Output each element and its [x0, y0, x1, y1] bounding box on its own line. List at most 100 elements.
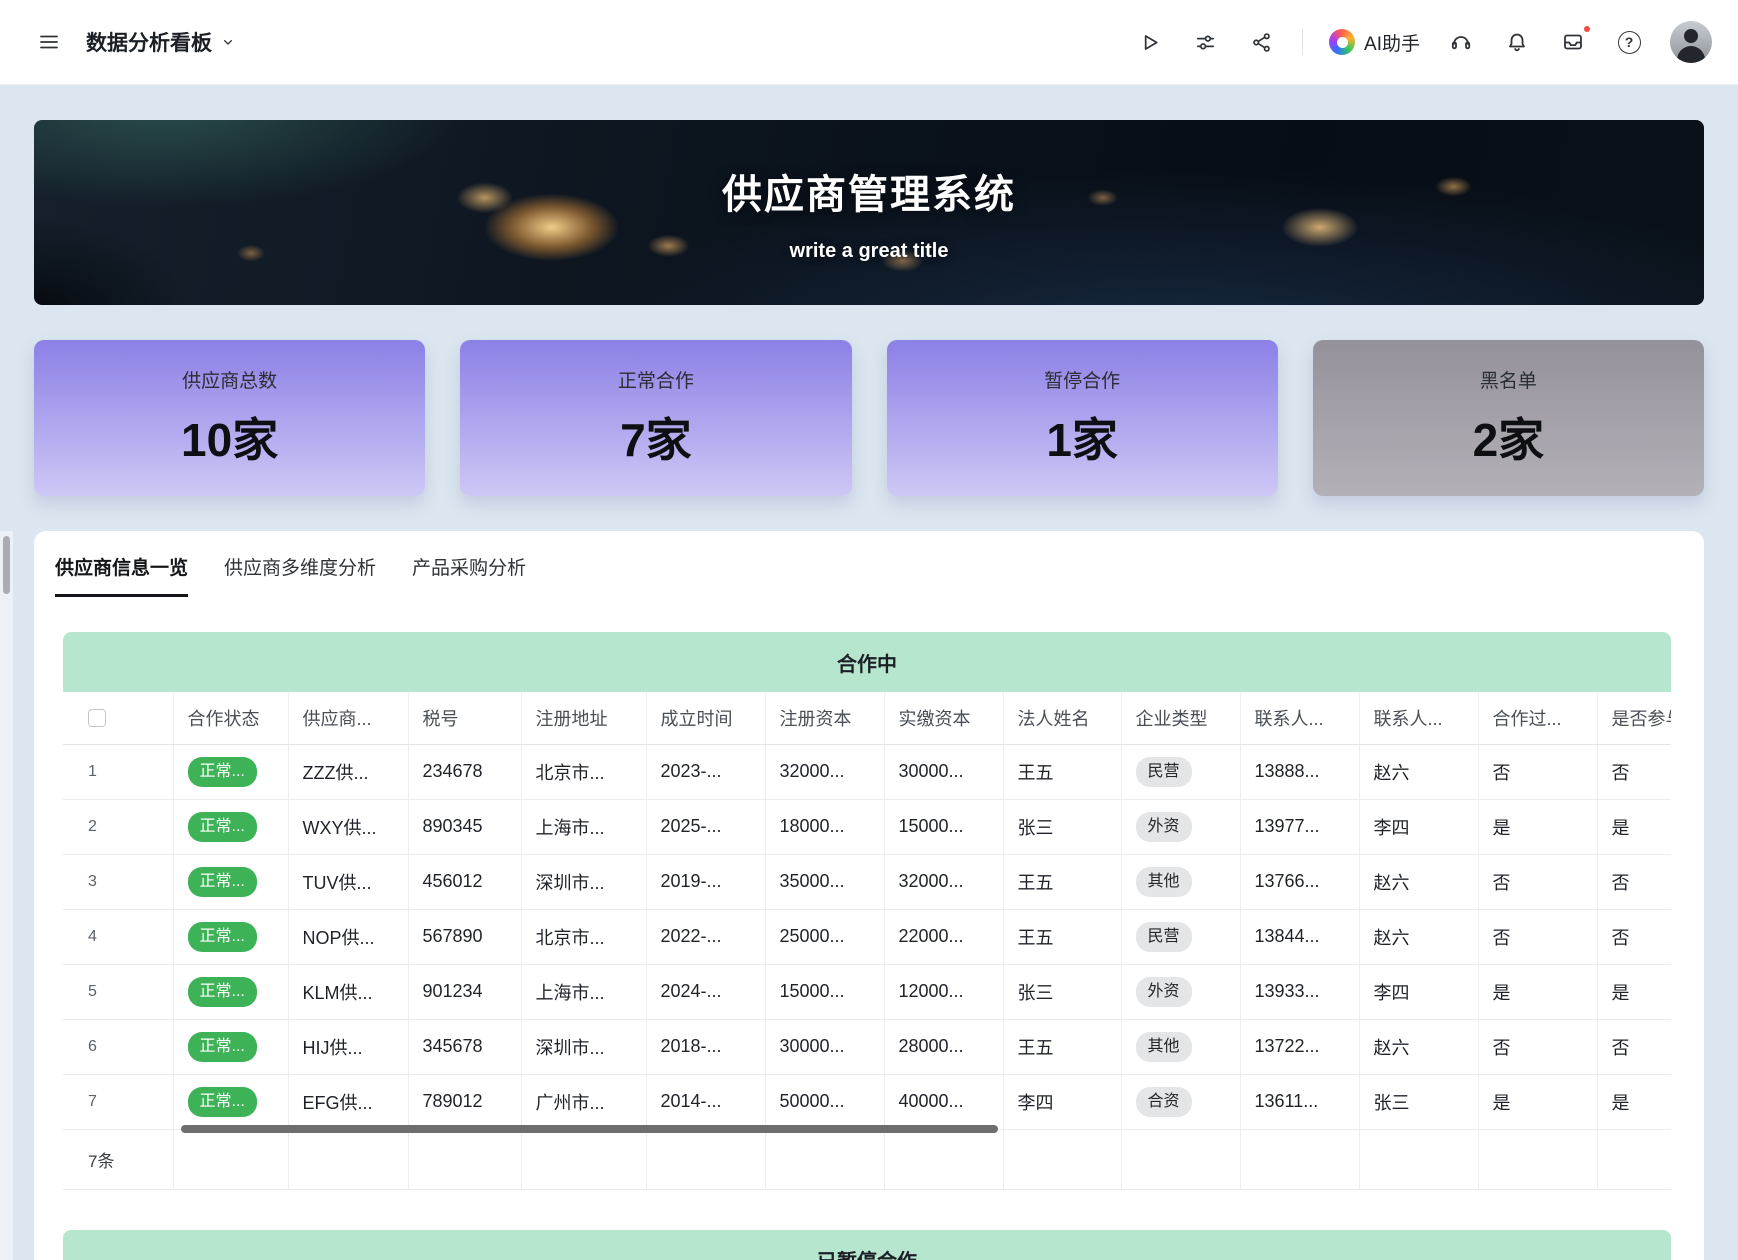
table-cell: 赵六	[1359, 854, 1478, 909]
table-cell: 13722...	[1240, 1019, 1359, 1074]
select-all-checkbox[interactable]	[88, 709, 106, 727]
notification-dot	[1582, 24, 1592, 34]
table-cell: ZZZ供...	[288, 744, 408, 799]
table-cell: 2024-...	[646, 964, 765, 1019]
table-cell: 否	[1597, 854, 1671, 909]
footer-cell	[884, 1129, 1003, 1189]
table-cell: 上海市...	[521, 964, 646, 1019]
company-type-badge: 外资	[1136, 977, 1192, 1007]
table-row[interactable]: 5正常...KLM供...901234上海市...2024-...15000..…	[63, 964, 1671, 1019]
table-row[interactable]: 3正常...TUV供...456012深圳市...2019-...35000..…	[63, 854, 1671, 909]
tab-procurement-analysis[interactable]: 产品采购分析	[412, 553, 526, 597]
stat-value: 7家	[620, 404, 692, 470]
avatar[interactable]	[1670, 21, 1712, 63]
column-header[interactable]: 供应商...	[288, 692, 408, 744]
table-cell: 13766...	[1240, 854, 1359, 909]
column-header[interactable]: 联系人...	[1359, 692, 1478, 744]
table-cell: 否	[1478, 744, 1597, 799]
status-badge: 正常...	[188, 757, 257, 787]
table-cell: 30000...	[884, 744, 1003, 799]
ai-logo-icon	[1329, 29, 1355, 55]
column-header[interactable]: 成立时间	[646, 692, 765, 744]
table-cell: 13977...	[1240, 799, 1359, 854]
footer-cell	[521, 1129, 646, 1189]
table-cell: 否	[1597, 909, 1671, 964]
table-cell: 否	[1597, 744, 1671, 799]
stat-card-blacklist[interactable]: 黑名单 2家	[1313, 340, 1704, 496]
table-cell: 234678	[408, 744, 521, 799]
table-cell: 张三	[1003, 799, 1121, 854]
table-cell: 上海市...	[521, 799, 646, 854]
footer-cell	[173, 1129, 288, 1189]
table-cell: 2014-...	[646, 1074, 765, 1129]
footer-cell	[1240, 1129, 1359, 1189]
column-header[interactable]: 企业类型	[1121, 692, 1240, 744]
table-row[interactable]: 1正常...ZZZ供...234678北京市...2023-...32000..…	[63, 744, 1671, 799]
stat-value: 1家	[1046, 404, 1118, 470]
table-cell: 32000...	[884, 854, 1003, 909]
sliders-icon	[1194, 31, 1217, 54]
settings-button[interactable]	[1190, 27, 1220, 57]
table-row[interactable]: 6正常...HIJ供...345678深圳市...2018-...30000..…	[63, 1019, 1671, 1074]
column-header[interactable]: 联系人...	[1240, 692, 1359, 744]
column-header[interactable]: 实缴资本	[884, 692, 1003, 744]
status-badge: 正常...	[188, 867, 257, 897]
notifications-button[interactable]	[1502, 27, 1532, 57]
horizontal-scrollbar[interactable]	[181, 1125, 998, 1133]
table-cell: 否	[1478, 854, 1597, 909]
column-header[interactable]: 税号	[408, 692, 521, 744]
table-row[interactable]: 4正常...NOP供...567890北京市...2022-...25000..…	[63, 909, 1671, 964]
hero-subtitle: write a great title	[34, 240, 1704, 263]
table-cell: 2019-...	[646, 854, 765, 909]
table-cell: 王五	[1003, 854, 1121, 909]
table-cell: 否	[1478, 1019, 1597, 1074]
table-cell: 其他	[1121, 854, 1240, 909]
status-badge: 正常...	[188, 1032, 257, 1062]
present-button[interactable]	[1134, 27, 1164, 57]
status-badge: 正常...	[188, 1087, 257, 1117]
topbar: 数据分析看板	[0, 0, 1738, 85]
column-header[interactable]: 注册资本	[765, 692, 884, 744]
ai-assistant-button[interactable]: AI助手	[1329, 29, 1420, 56]
table-cell: 北京市...	[521, 909, 646, 964]
stat-value: 10家	[181, 404, 278, 470]
table-cell: 22000...	[884, 909, 1003, 964]
table-cell: 赵六	[1359, 909, 1478, 964]
table-row[interactable]: 2正常...WXY供...890345上海市...2025-...18000..…	[63, 799, 1671, 854]
table-cell: 35000...	[765, 854, 884, 909]
stat-label: 供应商总数	[182, 366, 277, 393]
play-icon	[1138, 31, 1161, 54]
share-button[interactable]	[1246, 27, 1276, 57]
table-cell: TUV供...	[288, 854, 408, 909]
column-header[interactable]: 合作状态	[173, 692, 288, 744]
footer-cell	[765, 1129, 884, 1189]
company-type-badge: 外资	[1136, 812, 1192, 842]
table-cell: 2025-...	[646, 799, 765, 854]
help-button[interactable]: ?	[1614, 27, 1644, 57]
table-row[interactable]: 7正常...EFG供...789012广州市...2014-...50000..…	[63, 1074, 1671, 1129]
table-cell: 789012	[408, 1074, 521, 1129]
inbox-button[interactable]	[1558, 27, 1588, 57]
stat-label: 正常合作	[618, 366, 694, 393]
row-number: 3	[63, 854, 173, 909]
table-cell: 2018-...	[646, 1019, 765, 1074]
chevron-down-icon[interactable]	[220, 34, 236, 50]
column-header[interactable]: 合作过...	[1478, 692, 1597, 744]
column-header[interactable]: 注册地址	[521, 692, 646, 744]
column-header[interactable]: 是否参与	[1597, 692, 1671, 744]
column-header[interactable]: 法人姓名	[1003, 692, 1121, 744]
table-cell: 567890	[408, 909, 521, 964]
menu-button[interactable]	[34, 27, 64, 57]
stat-card-normal-cooperation[interactable]: 正常合作 7家	[460, 340, 851, 496]
table-cell: 890345	[408, 799, 521, 854]
stat-card-paused-cooperation[interactable]: 暂停合作 1家	[887, 340, 1278, 496]
table-cell: 李四	[1003, 1074, 1121, 1129]
tab-supplier-overview[interactable]: 供应商信息一览	[55, 553, 188, 597]
table-cell: 张三	[1003, 964, 1121, 1019]
stat-card-total-suppliers[interactable]: 供应商总数 10家	[34, 340, 425, 496]
tab-supplier-analysis[interactable]: 供应商多维度分析	[224, 553, 376, 597]
status-badge: 正常...	[188, 977, 257, 1007]
menu-icon	[37, 30, 61, 54]
vertical-scrollbar-thumb[interactable]	[3, 536, 10, 594]
support-button[interactable]	[1446, 27, 1476, 57]
